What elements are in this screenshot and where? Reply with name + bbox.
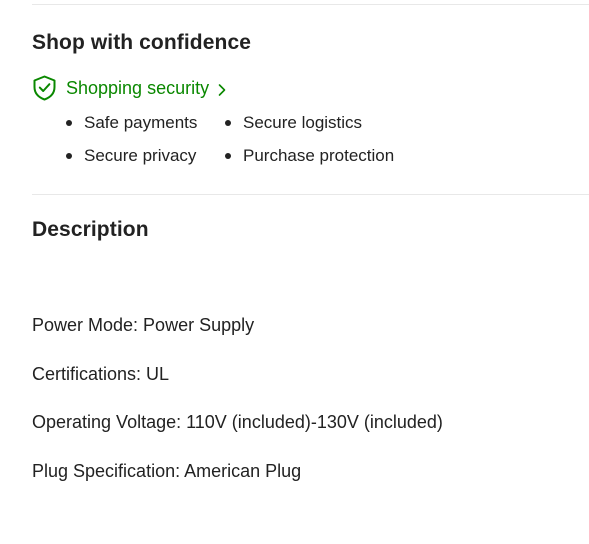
bullet-dot bbox=[66, 153, 72, 159]
shop-with-confidence-title: Shop with confidence bbox=[32, 31, 252, 54]
list-item-label: Secure privacy bbox=[84, 146, 197, 165]
list-item-label: Safe payments bbox=[84, 113, 198, 132]
list-item-purchase-protection: Purchase protection bbox=[225, 145, 425, 167]
chevron-right-icon bbox=[217, 81, 227, 96]
top-divider bbox=[32, 4, 589, 5]
spec-power-mode: Power Mode: Power Supply bbox=[32, 315, 255, 335]
shopping-security-label: Shopping security bbox=[66, 77, 210, 98]
bullet-dot bbox=[225, 153, 231, 159]
description-title: Description bbox=[32, 218, 149, 241]
shield-check-icon bbox=[32, 75, 57, 101]
spec-plug-specification: Plug Specification: American Plug bbox=[32, 461, 302, 481]
product-info-panel: Shop with confidence Shopping security S… bbox=[0, 0, 589, 544]
spec-operating-voltage: Operating Voltage: 110V (included)-130V … bbox=[32, 412, 443, 432]
shopping-security-link[interactable]: Shopping security bbox=[32, 75, 227, 101]
list-item-secure-privacy: Secure privacy bbox=[66, 145, 225, 167]
section-divider bbox=[32, 194, 589, 195]
list-item-secure-logistics: Secure logistics bbox=[225, 112, 425, 134]
list-item-safe-payments: Safe payments bbox=[66, 112, 225, 134]
list-item-label: Secure logistics bbox=[243, 113, 363, 132]
assurance-list: Safe payments Secure logistics Secure pr… bbox=[66, 112, 425, 167]
bullet-dot bbox=[66, 120, 72, 126]
spec-certifications: Certifications: UL bbox=[32, 364, 170, 384]
bullet-dot bbox=[225, 120, 231, 126]
list-item-label: Purchase protection bbox=[243, 146, 395, 165]
